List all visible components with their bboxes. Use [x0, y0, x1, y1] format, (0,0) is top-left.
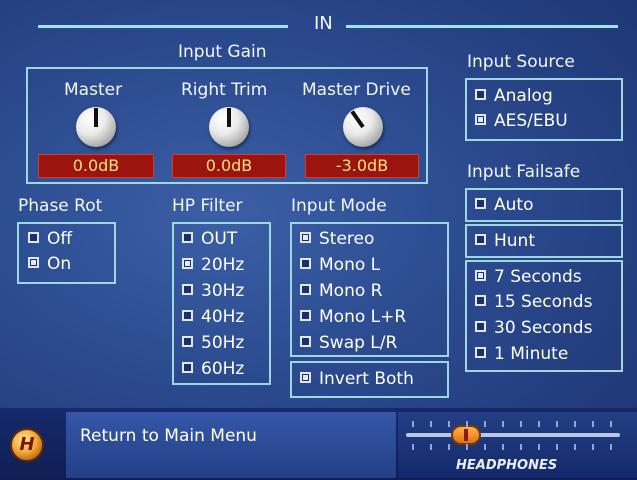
input-mode-title: Input Mode [291, 196, 387, 216]
input-mode-option-swap-lr[interactable]: Swap L/R [300, 332, 397, 354]
slider-tick [412, 421, 414, 427]
input-source-option-analog[interactable]: Analog [475, 85, 553, 107]
checkbox-icon [475, 346, 486, 358]
checkbox-icon [475, 233, 486, 245]
checkbox-icon [182, 361, 193, 373]
failsafe-option-auto[interactable]: Auto [475, 194, 533, 216]
checkbox-checked-icon [475, 269, 486, 281]
checkbox-icon [300, 257, 311, 269]
checkbox-icon [300, 335, 311, 347]
slider-tick [484, 444, 486, 450]
right-trim-readout: 0.0dB [172, 154, 286, 178]
h-logo-icon[interactable]: H [10, 428, 44, 462]
failsafe-option-7-seconds[interactable]: 7 Seconds [475, 266, 582, 288]
master-knob[interactable] [76, 107, 116, 147]
checkbox-icon [475, 197, 486, 209]
slider-tick [502, 421, 504, 427]
checkbox-checked-icon [475, 113, 486, 125]
checkbox-checked-icon [182, 257, 193, 269]
checkbox-icon [182, 335, 193, 347]
header-rule-left [38, 25, 288, 28]
checkbox-icon [182, 231, 193, 243]
slider-tick [484, 421, 486, 427]
hp-filter-option-30hz[interactable]: 30Hz [182, 280, 244, 302]
slider-tick [538, 421, 540, 427]
checkbox-checked-icon [28, 256, 39, 268]
slider-tick [574, 421, 576, 427]
slider-tick [574, 444, 576, 450]
master-drive-knob[interactable] [343, 107, 383, 147]
master-drive-knob-label: Master Drive [302, 80, 411, 100]
menu-text: Return to Main Menu [80, 426, 257, 446]
headphones-label: HEADPHONES [456, 458, 558, 473]
hp-filter-option-50hz[interactable]: 50Hz [182, 332, 244, 354]
slider-tick [430, 421, 432, 427]
checkbox-icon [182, 309, 193, 321]
slider-tick [592, 444, 594, 450]
slider-tick [502, 444, 504, 450]
slider-tick [556, 421, 558, 427]
checkbox-icon [475, 320, 486, 332]
input-source-option-aes-ebu[interactable]: AES/EBU [475, 110, 568, 132]
input-failsafe-title: Input Failsafe [467, 162, 581, 182]
checkbox-icon [300, 309, 311, 321]
master-drive-readout: -3.0dB [305, 154, 419, 178]
headphones-panel: HEADPHONES [398, 412, 637, 478]
checkbox-icon [475, 88, 486, 100]
checkbox-icon [475, 294, 486, 306]
slider-tick [448, 444, 450, 450]
input-mode-option-stereo[interactable]: Stereo [300, 228, 374, 250]
input-source-title: Input Source [467, 52, 575, 72]
checkbox-icon [182, 283, 193, 295]
input-mode-option-mono-lr[interactable]: Mono L+R [300, 306, 406, 328]
failsafe-option-hunt[interactable]: Hunt [475, 230, 535, 252]
input-mode-option-mono-r[interactable]: Mono R [300, 280, 382, 302]
phase-rot-option-off[interactable]: Off [28, 228, 72, 250]
hp-filter-title: HP Filter [172, 196, 243, 216]
slider-tick [610, 444, 612, 450]
return-to-main-menu-button[interactable]: Return to Main Menu [66, 412, 396, 478]
invert-both-option[interactable]: Invert Both [300, 368, 414, 390]
checkbox-icon [300, 283, 311, 295]
phase-rot-title: Phase Rot [18, 196, 103, 216]
header-rule-right [346, 25, 618, 28]
failsafe-option-1-minute[interactable]: 1 Minute [475, 343, 568, 365]
failsafe-option-15-seconds[interactable]: 15 Seconds [475, 291, 592, 313]
right-trim-knob-label: Right Trim [181, 80, 268, 100]
master-readout: 0.0dB [38, 154, 154, 178]
hp-filter-option-60hz[interactable]: 60Hz [182, 358, 244, 380]
headphones-slider-thumb[interactable] [450, 425, 481, 445]
checkbox-checked-icon [300, 371, 311, 383]
hp-filter-option-out[interactable]: OUT [182, 228, 237, 250]
input-gain-title: Input Gain [178, 42, 267, 62]
right-trim-knob[interactable] [209, 107, 249, 147]
hp-filter-option-20hz[interactable]: 20Hz [182, 254, 244, 276]
slider-tick [610, 421, 612, 427]
slider-tick [520, 444, 522, 450]
phase-rot-option-on[interactable]: On [28, 253, 71, 275]
slider-tick [556, 444, 558, 450]
page-title: IN [314, 13, 333, 34]
input-mode-option-mono-l[interactable]: Mono L [300, 254, 380, 276]
checkbox-checked-icon [300, 231, 311, 243]
slider-tick [520, 421, 522, 427]
slider-tick [592, 421, 594, 427]
slider-tick [466, 421, 468, 427]
slider-tick [466, 444, 468, 450]
headphones-slider-track[interactable] [406, 433, 620, 437]
slider-tick [538, 444, 540, 450]
slider-tick [430, 444, 432, 450]
hp-filter-option-40hz[interactable]: 40Hz [182, 306, 244, 328]
slider-tick [448, 421, 450, 427]
checkbox-icon [28, 231, 39, 243]
master-knob-label: Master [64, 80, 123, 100]
slider-tick [412, 444, 414, 450]
failsafe-option-30-seconds[interactable]: 30 Seconds [475, 317, 592, 339]
